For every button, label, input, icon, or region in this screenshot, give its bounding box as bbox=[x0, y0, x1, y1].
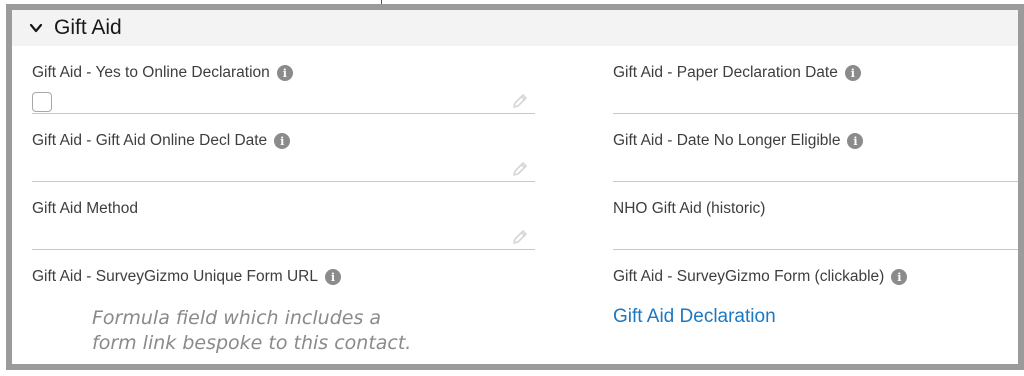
field-label: Gift Aid - Yes to Online Declaration bbox=[32, 64, 270, 81]
field-nho-gift-aid-historic: NHO Gift Aid (historic) bbox=[613, 182, 1018, 250]
edit-pencil-icon[interactable] bbox=[511, 228, 529, 246]
section-header[interactable]: Gift Aid bbox=[12, 10, 1018, 46]
field-gift-aid-method: Gift Aid Method bbox=[32, 182, 535, 250]
field-label: Gift Aid - Paper Declaration Date bbox=[613, 64, 838, 81]
formula-field-annotation: Formula field which includes a form link… bbox=[92, 307, 412, 354]
online-declaration-checkbox[interactable] bbox=[32, 92, 52, 112]
field-date-no-longer-eligible: Gift Aid - Date No Longer Eligible i bbox=[613, 114, 1018, 182]
field-online-decl-date: Gift Aid - Gift Aid Online Decl Date i bbox=[32, 114, 535, 182]
field-label: NHO Gift Aid (historic) bbox=[613, 200, 766, 217]
gift-aid-declaration-link[interactable]: Gift Aid Declaration bbox=[613, 306, 776, 328]
edit-pencil-icon[interactable] bbox=[511, 160, 529, 178]
field-yes-online-declaration: Gift Aid - Yes to Online Declaration i bbox=[32, 46, 535, 114]
field-paper-declaration-date: Gift Aid - Paper Declaration Date i bbox=[613, 46, 1018, 114]
info-icon[interactable]: i bbox=[891, 269, 908, 285]
field-label: Gift Aid - Gift Aid Online Decl Date bbox=[32, 132, 268, 149]
info-icon[interactable]: i bbox=[274, 133, 291, 149]
field-label: Gift Aid - SurveyGizmo Form (clickable) bbox=[613, 268, 885, 285]
section-title: Gift Aid bbox=[54, 16, 122, 39]
edit-pencil-icon[interactable] bbox=[511, 92, 529, 110]
info-icon[interactable]: i bbox=[324, 269, 341, 285]
info-icon[interactable]: i bbox=[276, 65, 293, 81]
field-label: Gift Aid - SurveyGizmo Unique Form URL bbox=[32, 268, 318, 285]
field-label: Gift Aid Method bbox=[32, 200, 138, 217]
field-label: Gift Aid - Date No Longer Eligible bbox=[613, 132, 841, 149]
chevron-down-icon[interactable] bbox=[28, 20, 44, 36]
gift-aid-section: Gift Aid Gift Aid - Yes to Online Declar… bbox=[6, 4, 1024, 370]
info-icon[interactable]: i bbox=[844, 65, 861, 81]
info-icon[interactable]: i bbox=[847, 133, 864, 149]
